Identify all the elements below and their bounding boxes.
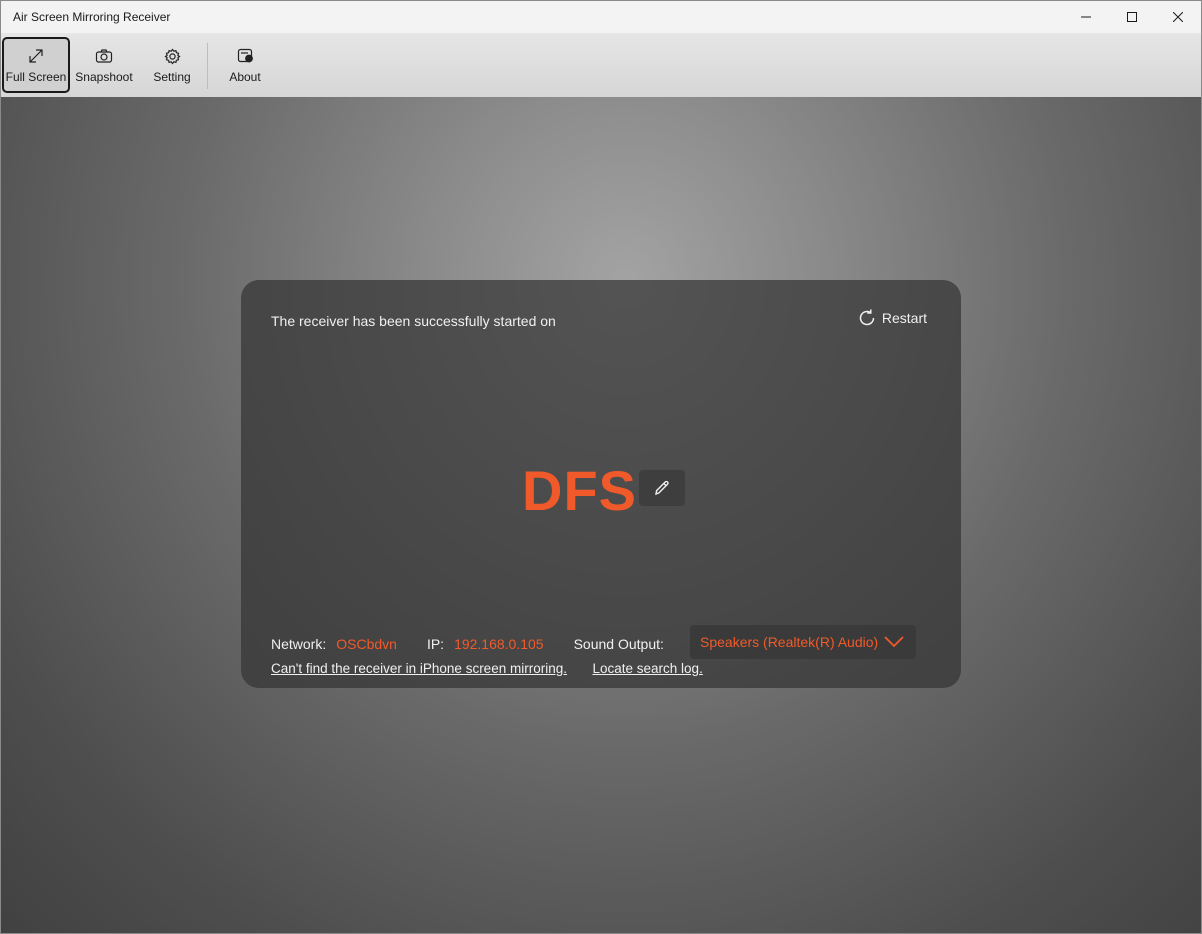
- snapshoot-label: Snapshoot: [75, 70, 133, 84]
- maximize-button[interactable]: [1109, 1, 1155, 33]
- maximize-icon: [1127, 12, 1137, 22]
- network-label: Network:: [271, 636, 327, 652]
- title-bar: Air Screen Mirroring Receiver: [1, 1, 1201, 33]
- sound-output-label: Sound Output:: [573, 636, 664, 652]
- ip-label: IP:: [426, 636, 445, 652]
- ip-value: 192.168.0.105: [454, 636, 544, 652]
- mirroring-area: The receiver has been successfully start…: [1, 97, 1201, 933]
- refresh-icon: [859, 309, 875, 326]
- receiver-not-found-link[interactable]: Can't find the receiver in iPhone screen…: [271, 661, 567, 676]
- window-title: Air Screen Mirroring Receiver: [13, 10, 171, 24]
- expand-icon: [28, 46, 44, 66]
- sound-output-dropdown[interactable]: Speakers (Realtek(R) Audio): [690, 625, 916, 659]
- about-button[interactable]: About: [215, 37, 275, 93]
- status-message: The receiver has been successfully start…: [271, 313, 556, 329]
- help-links: Can't find the receiver in iPhone screen…: [271, 661, 703, 676]
- connection-info: Network: OSCbdvn IP: 192.168.0.105 Sound…: [271, 636, 664, 652]
- snapshoot-button[interactable]: Snapshoot: [71, 37, 137, 93]
- camera-icon: [95, 46, 113, 66]
- app-window: Air Screen Mirroring Receiver Full Scree…: [0, 0, 1202, 934]
- minimize-icon: [1081, 16, 1091, 18]
- info-card-icon: [237, 46, 254, 66]
- sound-output-value: Speakers (Realtek(R) Audio): [700, 634, 879, 650]
- edit-name-button[interactable]: [638, 469, 686, 507]
- restart-label: Restart: [881, 310, 927, 326]
- receiver-card: The receiver has been successfully start…: [241, 280, 961, 688]
- toolbar: Full Screen Snapshoot Setting About: [1, 33, 1201, 97]
- full-screen-label: Full Screen: [5, 70, 67, 84]
- close-icon: [1173, 12, 1183, 22]
- full-screen-button[interactable]: Full Screen: [2, 37, 70, 93]
- setting-label: Setting: [153, 70, 191, 84]
- chevron-down-icon: [884, 636, 904, 648]
- toolbar-separator: [207, 43, 208, 89]
- restart-button[interactable]: Restart: [857, 308, 927, 328]
- pencil-icon: [655, 480, 669, 496]
- setting-button[interactable]: Setting: [141, 37, 203, 93]
- locate-search-log-link[interactable]: Locate search log.: [593, 661, 703, 676]
- minimize-button[interactable]: [1063, 1, 1109, 33]
- about-label: About: [229, 70, 261, 84]
- gear-icon: [163, 46, 181, 66]
- receiver-name: DFS: [522, 459, 637, 522]
- window-controls: [1063, 1, 1201, 33]
- network-value: OSCbdvn: [336, 636, 397, 652]
- close-button[interactable]: [1155, 1, 1201, 33]
